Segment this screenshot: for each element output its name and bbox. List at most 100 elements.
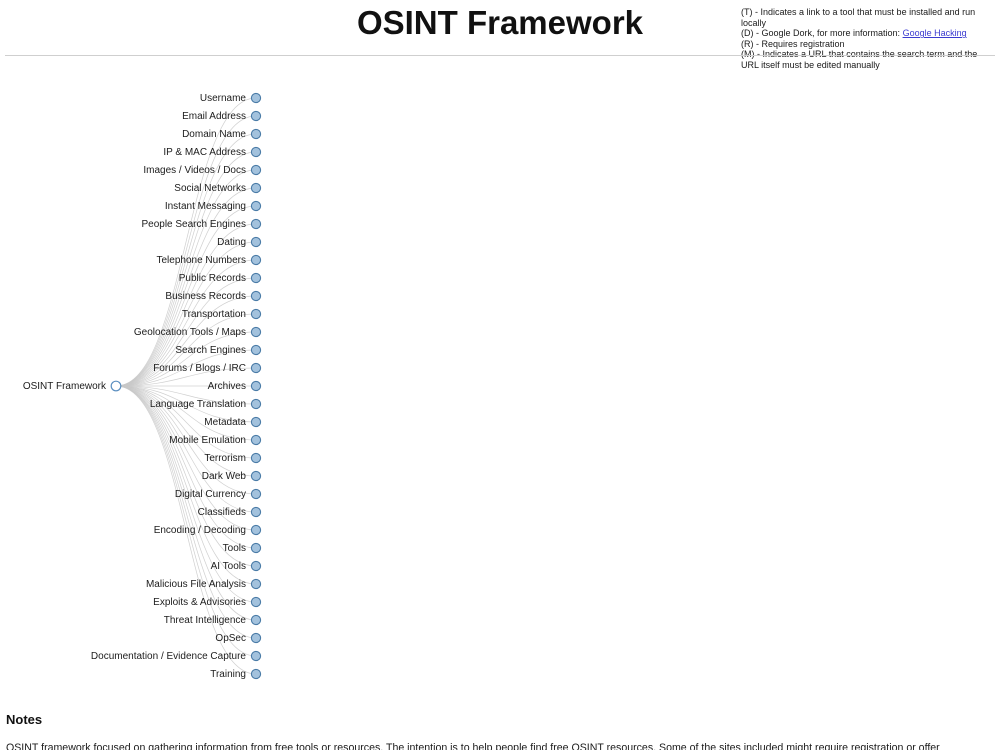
tree-node-circle[interactable] — [250, 596, 262, 608]
tree-node-circle[interactable] — [250, 488, 262, 500]
tree-node-label: Transportation — [182, 309, 246, 320]
tree-node-circle[interactable] — [250, 290, 262, 302]
tree-node-circle[interactable] — [250, 380, 262, 392]
tree-node-label: Digital Currency — [175, 489, 246, 500]
tree-node-circle[interactable] — [250, 650, 262, 662]
tree-node-people-search-engines[interactable]: People Search Engines — [141, 218, 262, 230]
tree-node-training[interactable]: Training — [210, 668, 262, 680]
tree-node-circle[interactable] — [250, 362, 262, 374]
tree-node-label: Mobile Emulation — [169, 435, 246, 446]
notes-heading: Notes — [6, 712, 43, 727]
tree-node-circle[interactable] — [250, 218, 262, 230]
tree-node-geolocation-tools-maps[interactable]: Geolocation Tools / Maps — [134, 326, 262, 338]
tree-node-circle[interactable] — [250, 92, 262, 104]
tree-node-circle[interactable] — [250, 506, 262, 518]
tree-node-label: Forums / Blogs / IRC — [153, 363, 246, 374]
tree-node-threat-intelligence[interactable]: Threat Intelligence — [164, 614, 262, 626]
tree-node-mobile-emulation[interactable]: Mobile Emulation — [169, 434, 262, 446]
tree-node-circle[interactable] — [250, 434, 262, 446]
tree-node-circle[interactable] — [250, 668, 262, 680]
tree-node-circle[interactable] — [250, 398, 262, 410]
tree-node-archives[interactable]: Archives — [208, 380, 262, 392]
tree-node-circle[interactable] — [250, 164, 262, 176]
tree-node-label: Malicious File Analysis — [146, 579, 246, 590]
tree-node-circle[interactable] — [250, 470, 262, 482]
tree-node-circle[interactable] — [250, 146, 262, 158]
tree-node-label: Dark Web — [202, 471, 247, 482]
tree-node-label: Search Engines — [175, 345, 246, 356]
tree-node-label: People Search Engines — [141, 219, 246, 230]
tree-node-circle[interactable] — [250, 200, 262, 212]
legend-text-dork: (D) - Google Dork, for more information: — [741, 28, 903, 39]
tree-node-label: Business Records — [165, 291, 246, 302]
tree-node-label: Terrorism — [204, 453, 246, 464]
tree-node-metadata[interactable]: Metadata — [204, 416, 262, 428]
tree-node-dating[interactable]: Dating — [217, 236, 262, 248]
tree-node-circle[interactable] — [250, 632, 262, 644]
tree-node-documentation-evidence-capture[interactable]: Documentation / Evidence Capture — [91, 650, 262, 662]
tree-node-terrorism[interactable]: Terrorism — [204, 452, 262, 464]
tree-node-label: OpSec — [215, 633, 246, 644]
tree-root-circle[interactable] — [110, 380, 122, 392]
tree-node-label: Instant Messaging — [165, 201, 246, 212]
tree-node-label: IP & MAC Address — [163, 147, 246, 158]
legend-line-tool: (T) - Indicates a link to a tool that mu… — [741, 7, 996, 28]
tree-node-label: Encoding / Decoding — [154, 525, 246, 536]
notes-body: OSINT framework focused on gathering inf… — [6, 742, 940, 750]
tree-node-social-networks[interactable]: Social Networks — [174, 182, 262, 194]
tree-node-dark-web[interactable]: Dark Web — [202, 470, 262, 482]
tree-node-label: Documentation / Evidence Capture — [91, 651, 247, 662]
tree-node-digital-currency[interactable]: Digital Currency — [175, 488, 262, 500]
tree-node-circle[interactable] — [250, 416, 262, 428]
tree-link — [115, 223, 257, 387]
tree-node-label: Email Address — [182, 111, 246, 122]
tree-node-circle[interactable] — [250, 524, 262, 536]
tree-node-username[interactable]: Username — [200, 92, 262, 104]
tree-node-label: Archives — [208, 381, 246, 392]
tree-node-classifieds[interactable]: Classifieds — [198, 506, 262, 518]
tree-root-node[interactable]: OSINT Framework — [23, 380, 122, 392]
osint-framework-page: OSINT Framework (T) - Indicates a link t… — [0, 0, 1000, 750]
tree-node-forums-blogs-irc[interactable]: Forums / Blogs / IRC — [153, 362, 262, 374]
tree-node-email-address[interactable]: Email Address — [182, 110, 262, 122]
tree-node-circle[interactable] — [250, 308, 262, 320]
tree-node-circle[interactable] — [250, 344, 262, 356]
tree-node-circle[interactable] — [250, 326, 262, 338]
tree-node-ip-mac-address[interactable]: IP & MAC Address — [163, 146, 262, 158]
tree-node-label: Username — [200, 93, 247, 104]
tree-node-tools[interactable]: Tools — [223, 542, 262, 554]
tree-link — [115, 385, 257, 585]
tree-link — [115, 187, 257, 387]
tree-node-label: Exploits & Advisories — [153, 597, 246, 608]
tree-node-malicious-file-analysis[interactable]: Malicious File Analysis — [146, 578, 262, 590]
tree-node-circle[interactable] — [250, 128, 262, 140]
tree-node-search-engines[interactable]: Search Engines — [175, 344, 262, 356]
tree-node-circle[interactable] — [250, 236, 262, 248]
tree-node-circle[interactable] — [250, 452, 262, 464]
tree-node-circle[interactable] — [250, 110, 262, 122]
tree-node-label: Classifieds — [198, 507, 246, 518]
tree-node-circle[interactable] — [250, 578, 262, 590]
tree-node-opsec[interactable]: OpSec — [215, 632, 262, 644]
tree-node-circle[interactable] — [250, 182, 262, 194]
tree-node-telephone-numbers[interactable]: Telephone Numbers — [157, 254, 262, 266]
tree-node-circle[interactable] — [250, 272, 262, 284]
tree-node-label: Training — [210, 669, 246, 680]
tree-node-circle[interactable] — [250, 560, 262, 572]
tree-node-language-translation[interactable]: Language Translation — [150, 398, 262, 410]
tree-node-ai-tools[interactable]: AI Tools — [211, 560, 262, 572]
tree-node-images-videos-docs[interactable]: Images / Videos / Docs — [143, 164, 262, 176]
tree-node-circle[interactable] — [250, 254, 262, 266]
tree-diagram: Username Email Address Domain Name IP & MAC… — [0, 56, 1000, 701]
tree-node-instant-messaging[interactable]: Instant Messaging — [165, 200, 262, 212]
tree-node-label: Social Networks — [174, 183, 246, 194]
legend-text-tool: (T) - Indicates a link to a tool that mu… — [741, 7, 976, 28]
tree-node-transportation[interactable]: Transportation — [182, 308, 262, 320]
tree-node-circle[interactable] — [250, 614, 262, 626]
tree-node-circle[interactable] — [250, 542, 262, 554]
tree-node-encoding-decoding[interactable]: Encoding / Decoding — [154, 524, 262, 536]
tree-node-label: Threat Intelligence — [164, 615, 247, 626]
google-hacking-link[interactable]: Google Hacking — [903, 28, 967, 38]
tree-node-label: AI Tools — [211, 561, 246, 572]
tree-node-exploits-advisories[interactable]: Exploits & Advisories — [153, 596, 262, 608]
